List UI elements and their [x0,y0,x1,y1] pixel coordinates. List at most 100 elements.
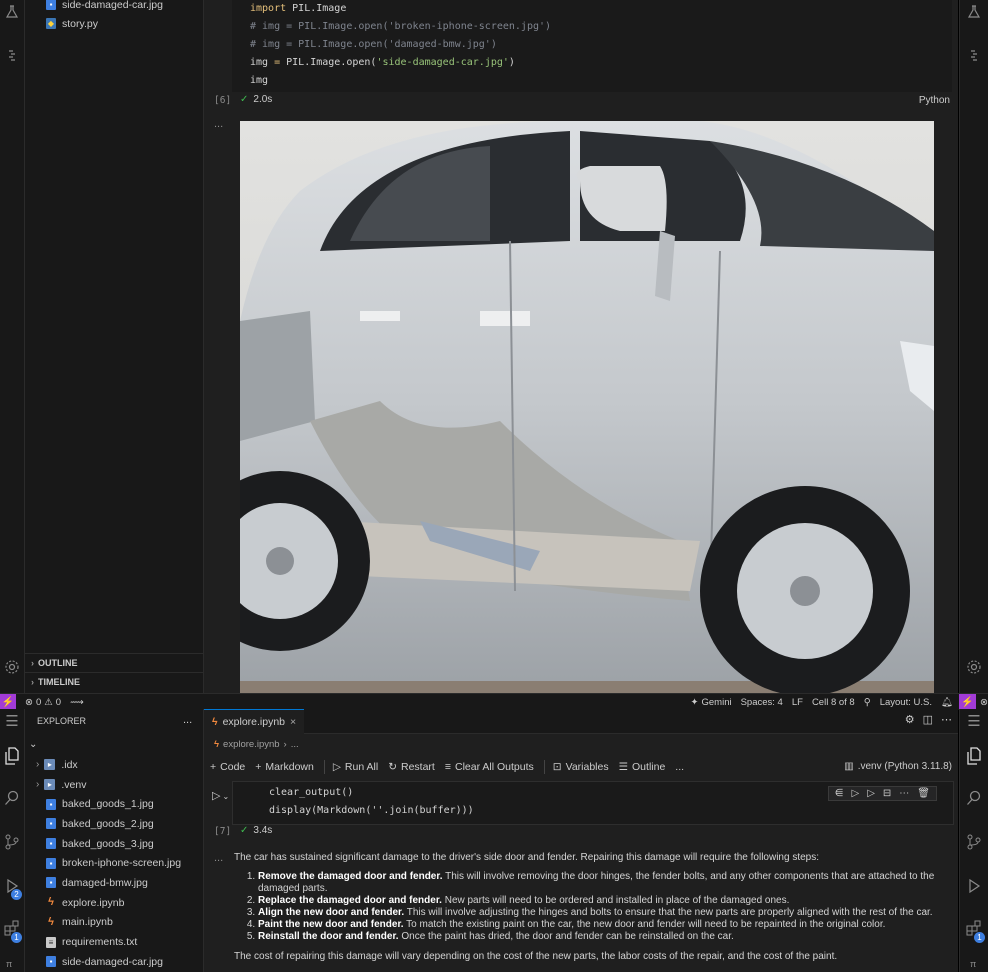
step-title: Paint the new door and fender. [258,919,404,930]
timeline-label: TIMELINE [38,677,80,687]
close-icon[interactable]: × [290,716,296,728]
notifications-bell-icon[interactable]: 🔔︎ [941,697,953,708]
tree-item[interactable]: ▪ damaged-bmw.jpg [25,873,203,893]
tree-item[interactable]: ≡ requirements.txt [25,932,203,952]
tab-label: explore.ipynb [222,716,286,728]
notebook-file-icon: ϟ [214,739,220,750]
tree-item[interactable]: ϟ explore.ipynb [25,893,203,913]
cell-language[interactable]: Python [919,95,950,106]
breadcrumb-more[interactable]: ... [291,739,299,750]
remote-indicator[interactable]: ⚡ [0,694,16,710]
cell-toolbar: ⋹ ▷ ▷ ⊟ ⋯ 🗑︎ [827,786,937,801]
markdown-label: Markdown [265,761,314,773]
image-file-icon: ▪ [46,877,56,889]
outline-button[interactable]: ☰ Outline [619,761,666,773]
menu-icon[interactable]: ☰ [966,713,982,730]
chevron-down-icon[interactable]: ⌄ [29,739,37,750]
outline-section-header[interactable]: › OUTLINE [25,653,203,672]
code-cell[interactable]: clear_output() display(Markdown(''.join(… [232,781,954,825]
breadcrumb-file[interactable]: explore.ipynb [223,739,280,750]
flask-icon[interactable] [4,4,20,20]
tree-item[interactable]: ϟ main.ipynb [25,913,203,933]
clear-all-outputs-button[interactable]: ≡ Clear All Outputs [445,761,534,773]
tree-item[interactable]: ▪ side-damaged-car.jpg [25,952,203,972]
tree-item[interactable]: ▪ broken-iphone-screen.jpg [25,853,203,873]
top-explorer-sidebar: ▪ side-damaged-car.jpg ◆ story.py › OUTL… [25,0,204,693]
code-token: ) [508,57,515,68]
add-markdown-cell-button[interactable]: + Markdown [255,761,314,773]
explorer-files-icon[interactable] [3,747,21,765]
explorer-more-actions[interactable]: ... [183,714,192,726]
variables-button[interactable]: ⊡ Variables [553,761,609,773]
tree-item-side-damaged-car[interactable]: ▪ side-damaged-car.jpg [46,0,163,15]
step-description: To match the existing paint on the car, … [403,919,886,930]
more-actions-icon[interactable]: ⋯ [941,713,952,726]
tree-item[interactable]: ▪ baked_goods_2.jpg [25,814,203,834]
chevron-down-icon[interactable]: ⌄ [222,792,229,801]
folder-icon: ▸ [44,779,56,791]
gemini-status[interactable]: ✦ Gemini [691,697,732,708]
restart-button[interactable]: ↻ Restart [388,761,435,773]
tree-item[interactable]: ▪ baked_goods_3.jpg [25,834,203,854]
code-token: import [250,3,293,14]
cell-position-status[interactable]: Cell 8 of 8 [812,697,855,708]
delete-cell-icon[interactable]: 🗑︎ [917,788,930,799]
search-icon[interactable] [3,789,21,807]
execute-above-icon[interactable]: ▷ [852,788,860,799]
accounts-icon[interactable]: π [970,959,976,969]
accounts-icon[interactable]: ⚲ [864,697,871,708]
output-menu-ellipsis[interactable]: ... [214,118,223,130]
keyboard-layout-status[interactable]: Layout: U.S. [880,697,932,708]
split-cell-icon[interactable]: ⊟ [883,788,891,799]
menu-icon[interactable]: ☰ [4,713,20,730]
code-line: # img = PIL.Image.open('broken-iphone-sc… [250,18,551,36]
explorer-files-icon[interactable] [965,747,983,765]
flask-icon[interactable] [966,4,982,20]
indentation-status[interactable]: Spaces: 4 [741,697,783,708]
run-cell-button[interactable]: ▷ ⌄ [212,789,229,802]
right-activity-bar: ☰ 1 π [959,709,988,972]
split-editor-icon[interactable]: ◫ [923,713,933,726]
eol-status[interactable]: LF [792,697,803,708]
tree-item[interactable]: › ▸ .venv [25,775,203,795]
tree-item[interactable]: › ▸ .idx [25,755,203,775]
problems-indicator[interactable]: ⊗ 0 ⚠ 0 [25,697,61,708]
run-debug-icon[interactable] [965,877,983,895]
chevron-right-icon: › [31,677,34,687]
close-circle-icon[interactable]: ⊗ [980,697,988,708]
code-outline-icon[interactable] [4,48,20,64]
settings-gear-icon[interactable] [965,658,983,676]
damaged-car-photo [240,121,934,693]
more-icon[interactable]: ⋯ [899,788,909,799]
extensions-badge: 1 [974,932,985,943]
accounts-icon[interactable]: π [6,959,12,969]
tree-item-story-py[interactable]: ◆ story.py [46,14,98,34]
plus-icon: + [255,761,262,773]
settings-gear-icon[interactable] [3,658,21,676]
repair-step: Reinstall the door and fender. Once the … [258,931,954,943]
code-editor[interactable]: clear_output() display(Markdown(''.join(… [269,784,474,820]
kernel-picker[interactable]: ▥ .venv (Python 3.11.8) [844,761,952,772]
timeline-section-header[interactable]: › TIMELINE [25,672,203,691]
outline-label: Outline [632,761,666,773]
search-icon[interactable] [965,789,983,807]
tree-item[interactable]: ▪ baked_goods_1.jpg [25,794,203,814]
code-editor[interactable]: import PIL.Image # img = PIL.Image.open('… [250,0,551,90]
execute-below-icon[interactable]: ▷ [867,788,875,799]
run-all-button[interactable]: ▷ Run All [333,761,378,773]
code-cell[interactable]: import PIL.Image # img = PIL.Image.open('… [232,0,952,92]
tab-explore-ipynb[interactable]: ϟ explore.ipynb × [204,709,305,734]
add-code-cell-button[interactable]: + Code [210,761,245,773]
output-intro: The car has sustained significant damage… [234,852,820,863]
explorer-title: EXPLORER [37,716,87,726]
ports-icon[interactable]: ⟿ [70,697,84,708]
right-remote-indicator[interactable]: ⚡ [959,694,977,710]
toolbar-more-button[interactable]: ... [675,761,684,773]
run-by-line-icon[interactable]: ⋹ [835,788,844,799]
code-outline-icon[interactable] [966,48,982,64]
restart-label: Restart [401,761,435,773]
source-control-icon[interactable] [965,833,983,851]
output-menu-ellipsis[interactable]: ... [214,852,223,864]
gear-icon[interactable]: ⚙ [905,713,915,726]
source-control-icon[interactable] [3,833,21,851]
